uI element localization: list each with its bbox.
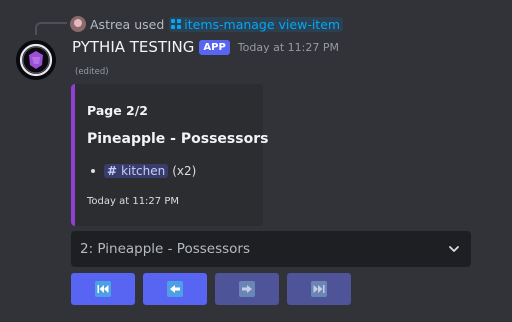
- next-page-button[interactable]: [215, 273, 279, 305]
- bullet-icon: [91, 169, 95, 173]
- reply-username[interactable]: Astrea: [90, 17, 130, 32]
- list-item: # kitchen (x2): [91, 164, 196, 178]
- bot-username[interactable]: PYTHIA TESTING: [72, 38, 194, 56]
- first-page-button[interactable]: [71, 273, 135, 305]
- message-header: PYTHIA TESTING APP Today at 11:27 PM: [72, 38, 339, 56]
- embed-page-indicator: Page 2/2: [87, 103, 148, 118]
- bot-avatar[interactable]: [16, 40, 56, 80]
- embed-footer: Today at 11:27 PM: [87, 196, 179, 207]
- reply-action: used: [134, 16, 165, 32]
- previous-page-button[interactable]: [143, 273, 207, 305]
- slash-command-icon: [171, 19, 182, 29]
- astrea-avatar[interactable]: [70, 16, 86, 32]
- next-page-icon: [239, 281, 255, 297]
- embed-title: Pineapple - Possessors: [87, 131, 269, 147]
- channel-name: kitchen: [121, 164, 166, 178]
- edited-label: (edited): [75, 67, 109, 77]
- last-page-button[interactable]: [287, 273, 351, 305]
- channel-mention[interactable]: # kitchen: [104, 164, 169, 178]
- embed-card: Page 2/2 Pineapple - Possessors # kitche…: [71, 84, 268, 226]
- item-select-menu[interactable]: 2: Pineapple - Possessors: [71, 231, 471, 267]
- chevron-down-icon: [449, 246, 459, 252]
- item-count: (x2): [172, 164, 197, 178]
- bot-avatar-image: [16, 40, 56, 80]
- select-value: 2: Pineapple - Possessors: [80, 241, 251, 257]
- reply-context[interactable]: Astrea used items-manage view-item: [70, 15, 344, 33]
- message-timestamp[interactable]: Today at 11:27 PM: [238, 41, 339, 54]
- command-name: items-manage view-item: [184, 16, 341, 32]
- app-badge: APP: [199, 39, 230, 55]
- hash-icon: #: [107, 164, 118, 178]
- previous-page-icon: [167, 281, 183, 297]
- pagination-buttons: [71, 273, 359, 305]
- command-mention[interactable]: items-manage view-item: [169, 16, 344, 32]
- first-page-icon: [95, 281, 111, 297]
- reply-connector: [35, 22, 67, 35]
- last-page-icon: [311, 281, 327, 297]
